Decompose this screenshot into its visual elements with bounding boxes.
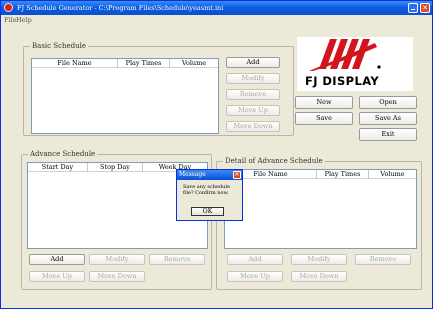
detail-schedule-label: Detail of Advance Schedule — [223, 157, 325, 165]
advance-move-down-button[interactable]: Move Down — [89, 271, 145, 282]
message-dialog-text: Save any schedule file? Confirm now. — [183, 184, 230, 196]
open-button[interactable]: Open — [359, 96, 417, 109]
basic-schedule-header: File Name Play Times Volume — [32, 59, 218, 68]
column-volume[interactable]: Volume — [170, 59, 218, 68]
minimize-button[interactable] — [408, 3, 418, 13]
detail-move-down-button[interactable]: Move Down — [291, 271, 347, 282]
menu-file[interactable]: File — [4, 16, 17, 24]
title-bar[interactable]: FJ Schedule Generator - C:\Program Files… — [1, 1, 432, 15]
detail-modify-button[interactable]: Modify — [291, 254, 347, 265]
column-start-day[interactable]: Start Day — [28, 163, 88, 172]
logo-text: FJ DISPLAY — [305, 74, 380, 88]
column-play-times[interactable]: Play Times — [118, 59, 170, 68]
save-as-button[interactable]: Save As — [359, 112, 417, 125]
advance-schedule-label: Advance Schedule — [28, 150, 98, 158]
column-file-name[interactable]: File Name — [32, 59, 118, 68]
basic-move-down-button[interactable]: Move Down — [226, 121, 280, 132]
window-title: FJ Schedule Generator - C:\Program Files… — [17, 4, 224, 12]
basic-modify-button[interactable]: Modify — [226, 73, 280, 84]
basic-move-up-button[interactable]: Move Up — [226, 105, 280, 116]
message-dialog-titlebar[interactable]: Message ✕ — [177, 170, 242, 180]
menu-help[interactable]: Help — [16, 16, 32, 24]
detail-move-up-button[interactable]: Move Up — [227, 271, 283, 282]
advance-add-button[interactable]: Add — [29, 254, 85, 265]
basic-remove-button[interactable]: Remove — [226, 89, 280, 100]
close-button[interactable]: ✕ — [420, 3, 430, 13]
message-dialog: Message ✕ Save any schedule file? Confir… — [176, 169, 243, 221]
advance-modify-button[interactable]: Modify — [89, 254, 145, 265]
logo-registered-mark — [377, 65, 381, 69]
message-ok-button[interactable]: OK — [191, 207, 224, 216]
column-detail-volume[interactable]: Volume — [369, 170, 416, 179]
advance-move-up-button[interactable]: Move Up — [29, 271, 85, 282]
fj-logo-mark-icon — [309, 39, 381, 71]
detail-schedule-list[interactable]: File Name Play Times Volume — [224, 169, 417, 249]
detail-schedule-header: File Name Play Times Volume — [225, 170, 416, 179]
detail-remove-button[interactable]: Remove — [355, 254, 411, 265]
message-dialog-close-icon[interactable]: ✕ — [233, 171, 241, 179]
basic-schedule-label: Basic Schedule — [30, 42, 89, 50]
message-dialog-title: Message — [179, 171, 206, 178]
fj-display-logo: FJ DISPLAY — [297, 37, 413, 91]
basic-schedule-list[interactable]: File Name Play Times Volume — [31, 58, 219, 134]
column-detail-play-times[interactable]: Play Times — [317, 170, 369, 179]
basic-add-button[interactable]: Add — [226, 57, 280, 68]
app-icon — [4, 3, 13, 12]
main-window: FJ Schedule Generator - C:\Program Files… — [0, 0, 433, 309]
new-button[interactable]: New — [295, 96, 353, 109]
detail-add-button[interactable]: Add — [227, 254, 283, 265]
save-button[interactable]: Save — [295, 112, 353, 125]
menu-bar: File Help — [1, 15, 432, 25]
exit-button[interactable]: Exit — [359, 128, 417, 141]
advance-remove-button[interactable]: Remove — [149, 254, 205, 265]
column-stop-day[interactable]: Stop Day — [88, 163, 143, 172]
